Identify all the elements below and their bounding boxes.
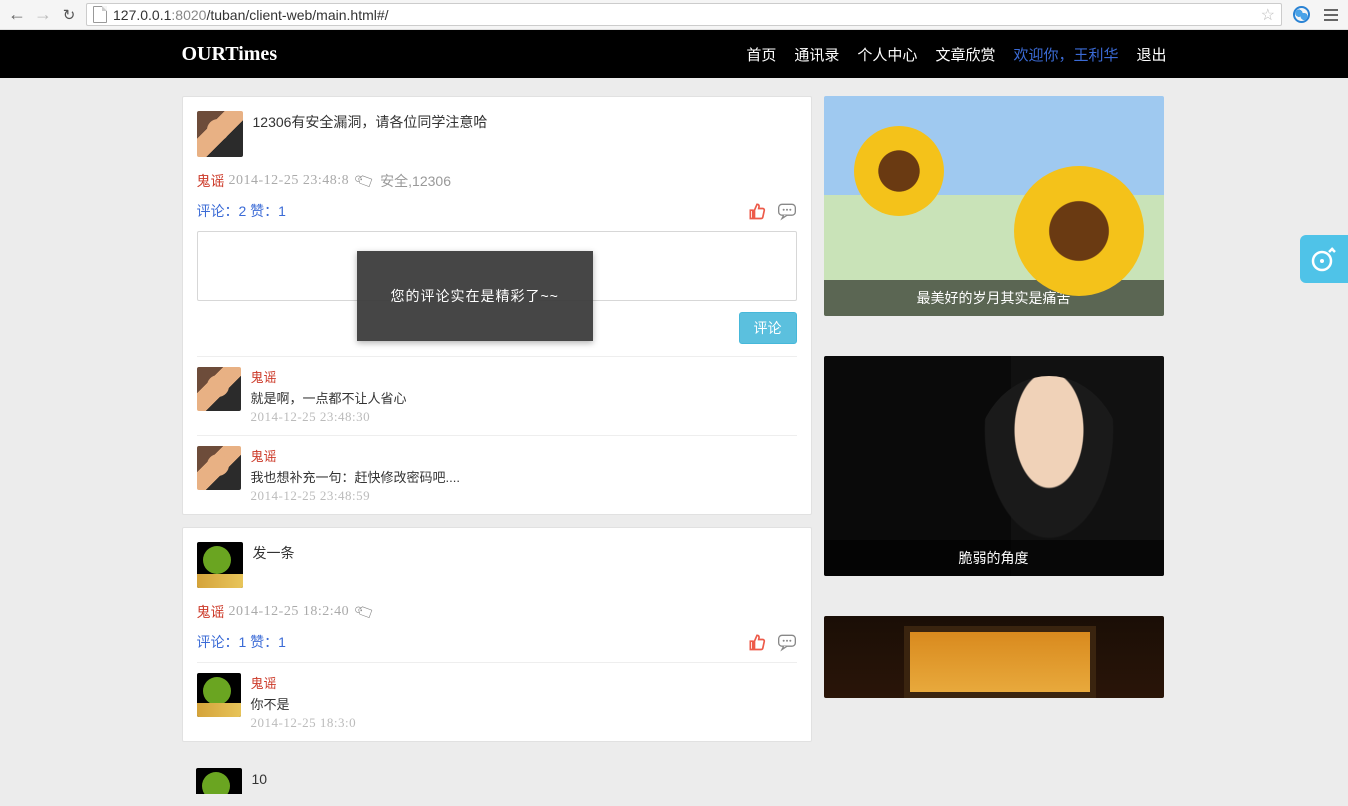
like-icon[interactable]: [747, 632, 767, 652]
post-card: 发一条 鬼谣 2014-12-25 18:2:40 🏷 评论：1 赞：1 鬼谣 …: [182, 527, 812, 742]
tag-icon: 🏷: [352, 600, 377, 624]
nav-contacts[interactable]: 通讯录: [794, 44, 839, 65]
toast-message: 您的评论实在是精彩了~~: [357, 251, 593, 341]
post-counts[interactable]: 评论：1 赞：1: [197, 632, 286, 652]
nav-profile[interactable]: 个人中心: [857, 44, 917, 65]
sidebar-column: 最美好的岁月其实是痛苦脆弱的角度: [824, 96, 1164, 806]
avatar[interactable]: [197, 111, 243, 157]
username-link[interactable]: 王利华: [1073, 47, 1118, 64]
reload-button[interactable]: ↻: [58, 4, 80, 26]
reply-time: 2014-12-25 18:3:0: [251, 715, 357, 731]
avatar[interactable]: [196, 768, 242, 794]
post-author[interactable]: 鬼谣: [197, 602, 225, 622]
reply-author[interactable]: 鬼谣: [251, 673, 357, 692]
brand-logo[interactable]: OURTimes: [182, 43, 278, 66]
url-bar[interactable]: 127.0.0.1:8020/tuban/client-web/main.htm…: [86, 3, 1282, 26]
avatar[interactable]: [197, 673, 241, 717]
aside-article-card[interactable]: [824, 616, 1164, 698]
post-time: 2014-12-25 23:48:8: [229, 173, 350, 189]
avatar[interactable]: [197, 367, 241, 411]
main-nav: 首页 通讯录 个人中心 文章欣赏 欢迎你，王利华 退出: [746, 44, 1166, 65]
post-text: 12306有安全漏洞，请各位同学注意哈: [253, 111, 488, 157]
welcome-text: 欢迎你，王利华: [1013, 44, 1118, 65]
reply-time: 2014-12-25 23:48:59: [251, 488, 460, 504]
like-icon[interactable]: [747, 201, 767, 221]
post-meta: 鬼谣 2014-12-25 18:2:40 🏷: [197, 602, 797, 622]
post-card: 12306有安全漏洞，请各位同学注意哈 鬼谣 2014-12-25 23:48:…: [182, 96, 812, 515]
reply-item: 鬼谣 你不是 2014-12-25 18:3:0: [197, 662, 797, 741]
aside-article-card[interactable]: 脆弱的角度: [824, 356, 1164, 576]
tag-icon: 🏷: [352, 169, 377, 193]
avatar[interactable]: [197, 542, 243, 588]
widget-icon: [1308, 243, 1340, 275]
back-button[interactable]: ←: [6, 4, 28, 26]
bookmark-star-icon[interactable]: ☆: [1261, 5, 1275, 25]
reply-text: 就是啊，一点都不让人省心: [251, 388, 407, 407]
reply-author[interactable]: 鬼谣: [251, 367, 407, 386]
post-counts[interactable]: 评论：2 赞：1: [197, 201, 286, 221]
post-meta: 鬼谣 2014-12-25 23:48:8 🏷 安全,12306: [197, 171, 797, 191]
logout-link[interactable]: 退出: [1136, 44, 1166, 65]
browser-toolbar: ← → ↻ 127.0.0.1:8020/tuban/client-web/ma…: [0, 0, 1348, 30]
post-text: 10: [252, 768, 268, 794]
reply-item: 鬼谣 我也想补充一句：赶快修改密码吧.... 2014-12-25 23:48:…: [197, 435, 797, 514]
reply-text: 你不是: [251, 694, 357, 713]
post-text: 发一条: [253, 542, 295, 588]
post-card: 10: [182, 754, 812, 794]
page-icon: [93, 6, 107, 23]
reply-time: 2014-12-25 23:48:30: [251, 409, 407, 425]
globe-icon[interactable]: [1290, 4, 1312, 26]
feed-column: 12306有安全漏洞，请各位同学注意哈 鬼谣 2014-12-25 23:48:…: [182, 96, 812, 806]
comment-icon[interactable]: [777, 201, 797, 221]
post-time: 2014-12-25 18:2:40: [229, 604, 350, 620]
floating-widget-button[interactable]: [1300, 235, 1348, 283]
reply-author[interactable]: 鬼谣: [251, 446, 460, 465]
reply-text: 我也想补充一句：赶快修改密码吧....: [251, 467, 460, 486]
comment-box: 您的评论实在是精彩了~~ 评论: [197, 231, 797, 344]
site-header: OURTimes 首页 通讯录 个人中心 文章欣赏 欢迎你，王利华 退出: [0, 30, 1348, 78]
post-author[interactable]: 鬼谣: [197, 171, 225, 191]
comment-icon[interactable]: [777, 632, 797, 652]
submit-comment-button[interactable]: 评论: [739, 312, 797, 344]
browser-menu-button[interactable]: [1320, 4, 1342, 26]
nav-home[interactable]: 首页: [746, 44, 776, 65]
reply-item: 鬼谣 就是啊，一点都不让人省心 2014-12-25 23:48:30: [197, 356, 797, 435]
aside-caption: 脆弱的角度: [824, 540, 1164, 576]
post-tags: 安全,12306: [380, 171, 451, 191]
forward-button[interactable]: →: [32, 4, 54, 26]
url-text: 127.0.0.1:8020/tuban/client-web/main.htm…: [113, 7, 1257, 23]
nav-articles[interactable]: 文章欣赏: [935, 44, 995, 65]
aside-article-card[interactable]: 最美好的岁月其实是痛苦: [824, 96, 1164, 316]
aside-caption: 最美好的岁月其实是痛苦: [824, 280, 1164, 316]
avatar[interactable]: [197, 446, 241, 490]
